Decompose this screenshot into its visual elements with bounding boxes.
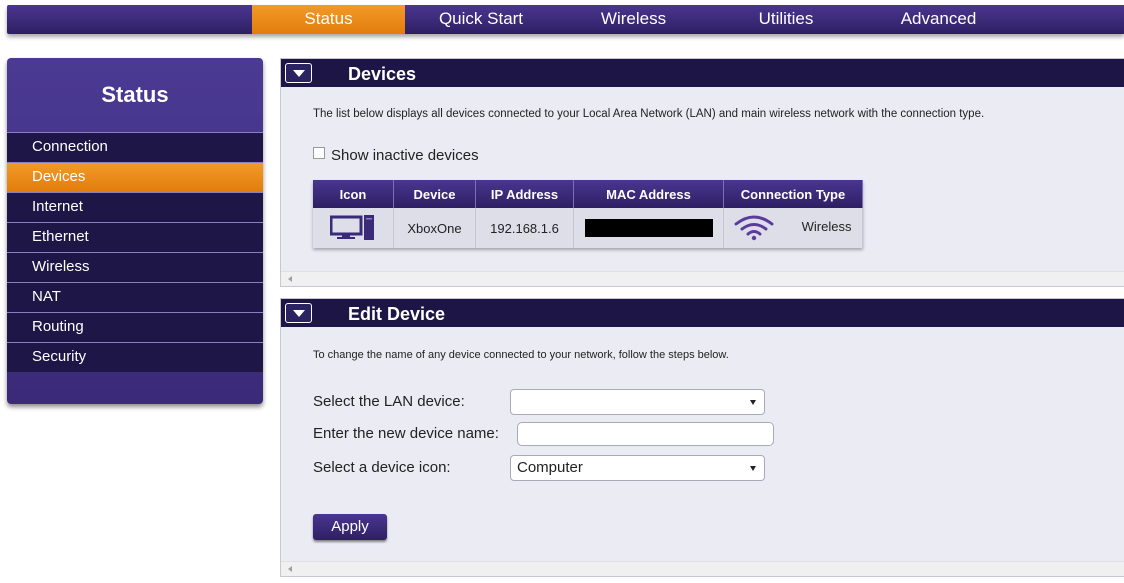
new-name-label: Enter the new device name: bbox=[313, 425, 499, 442]
sidebar-item-internet[interactable]: Internet bbox=[7, 192, 263, 222]
computer-icon bbox=[329, 215, 374, 240]
apply-button[interactable]: Apply bbox=[313, 514, 387, 540]
tab-advanced[interactable]: Advanced bbox=[862, 5, 1015, 34]
tab-utilities[interactable]: Utilities bbox=[710, 5, 862, 34]
sidebar-item-ethernet[interactable]: Ethernet bbox=[7, 222, 263, 252]
sidebar-item-wireless[interactable]: Wireless bbox=[7, 252, 263, 282]
edit-panel-header: Edit Device bbox=[281, 299, 1124, 327]
devices-panel: Devices The list below displays all devi… bbox=[280, 58, 1124, 287]
device-name-input[interactable] bbox=[517, 422, 774, 446]
sidebar: Status Connection Devices Internet Ether… bbox=[7, 58, 263, 404]
lan-device-select[interactable] bbox=[510, 389, 765, 415]
sidebar-item-devices[interactable]: Devices bbox=[7, 162, 263, 192]
tab-quick-start[interactable]: Quick Start bbox=[405, 5, 557, 34]
show-inactive-label: Show inactive devices bbox=[331, 147, 479, 164]
sidebar-item-routing[interactable]: Routing bbox=[7, 312, 263, 342]
caret-down-icon bbox=[750, 400, 756, 405]
select-device-label: Select the LAN device: bbox=[313, 393, 465, 410]
devices-description: The list below displays all devices conn… bbox=[313, 108, 985, 120]
device-name-cell: XboxOne bbox=[393, 208, 476, 248]
chevron-down-icon bbox=[293, 70, 305, 77]
edit-panel-title: Edit Device bbox=[348, 304, 446, 324]
device-icon-select[interactable]: Computer bbox=[510, 455, 765, 481]
column-header-icon: Icon bbox=[313, 180, 394, 208]
sidebar-item-connection[interactable]: Connection bbox=[7, 132, 263, 162]
column-header-device: Device bbox=[393, 180, 476, 208]
devices-panel-header: Devices bbox=[281, 59, 1124, 87]
mac-redaction-bar bbox=[584, 219, 713, 237]
device-ip-cell: 192.168.1.6 bbox=[475, 208, 574, 248]
column-header-connection: Connection Type bbox=[723, 180, 863, 208]
devices-table: Icon Device IP Address MAC Address Conne… bbox=[313, 180, 863, 248]
edit-device-panel: Edit Device To change the name of any de… bbox=[280, 298, 1124, 577]
device-icon-select-value: Computer bbox=[517, 459, 583, 476]
table-row[interactable]: XboxOne 192.168.1.6 Wireless bbox=[313, 208, 863, 248]
devices-panel-title: Devices bbox=[348, 64, 417, 84]
collapse-toggle-button[interactable] bbox=[285, 303, 312, 323]
sidebar-item-security[interactable]: Security bbox=[7, 342, 263, 372]
device-icon-cell bbox=[313, 208, 394, 248]
collapse-toggle-button[interactable] bbox=[285, 63, 312, 83]
caret-down-icon bbox=[750, 466, 756, 471]
edit-description: To change the name of any device connect… bbox=[313, 349, 729, 361]
device-connection-cell: Wireless bbox=[723, 208, 863, 248]
table-header-row: Icon Device IP Address MAC Address Conne… bbox=[313, 180, 863, 208]
select-icon-label: Select a device icon: bbox=[313, 459, 451, 476]
horizontal-scrollbar[interactable] bbox=[281, 271, 1124, 286]
scroll-left-icon bbox=[288, 566, 292, 572]
wifi-icon bbox=[734, 215, 774, 241]
show-inactive-checkbox[interactable] bbox=[313, 147, 325, 159]
sidebar-title: Status bbox=[101, 82, 169, 107]
tab-status[interactable]: Status bbox=[252, 5, 405, 34]
chevron-down-icon bbox=[293, 310, 305, 317]
column-header-ip: IP Address bbox=[475, 180, 574, 208]
device-mac-cell bbox=[573, 208, 724, 248]
horizontal-scrollbar[interactable] bbox=[281, 561, 1124, 576]
sidebar-item-nat[interactable]: NAT bbox=[7, 282, 263, 312]
tab-wireless[interactable]: Wireless bbox=[557, 5, 710, 34]
column-header-mac: MAC Address bbox=[573, 180, 724, 208]
scroll-left-icon bbox=[288, 276, 292, 282]
sidebar-menu: Connection Devices Internet Ethernet Wir… bbox=[7, 132, 263, 372]
show-inactive-row: Show inactive devices bbox=[313, 147, 479, 164]
connection-type-text: Wireless bbox=[801, 219, 852, 235]
top-nav: Status Quick Start Wireless Utilities Ad… bbox=[7, 5, 1124, 34]
